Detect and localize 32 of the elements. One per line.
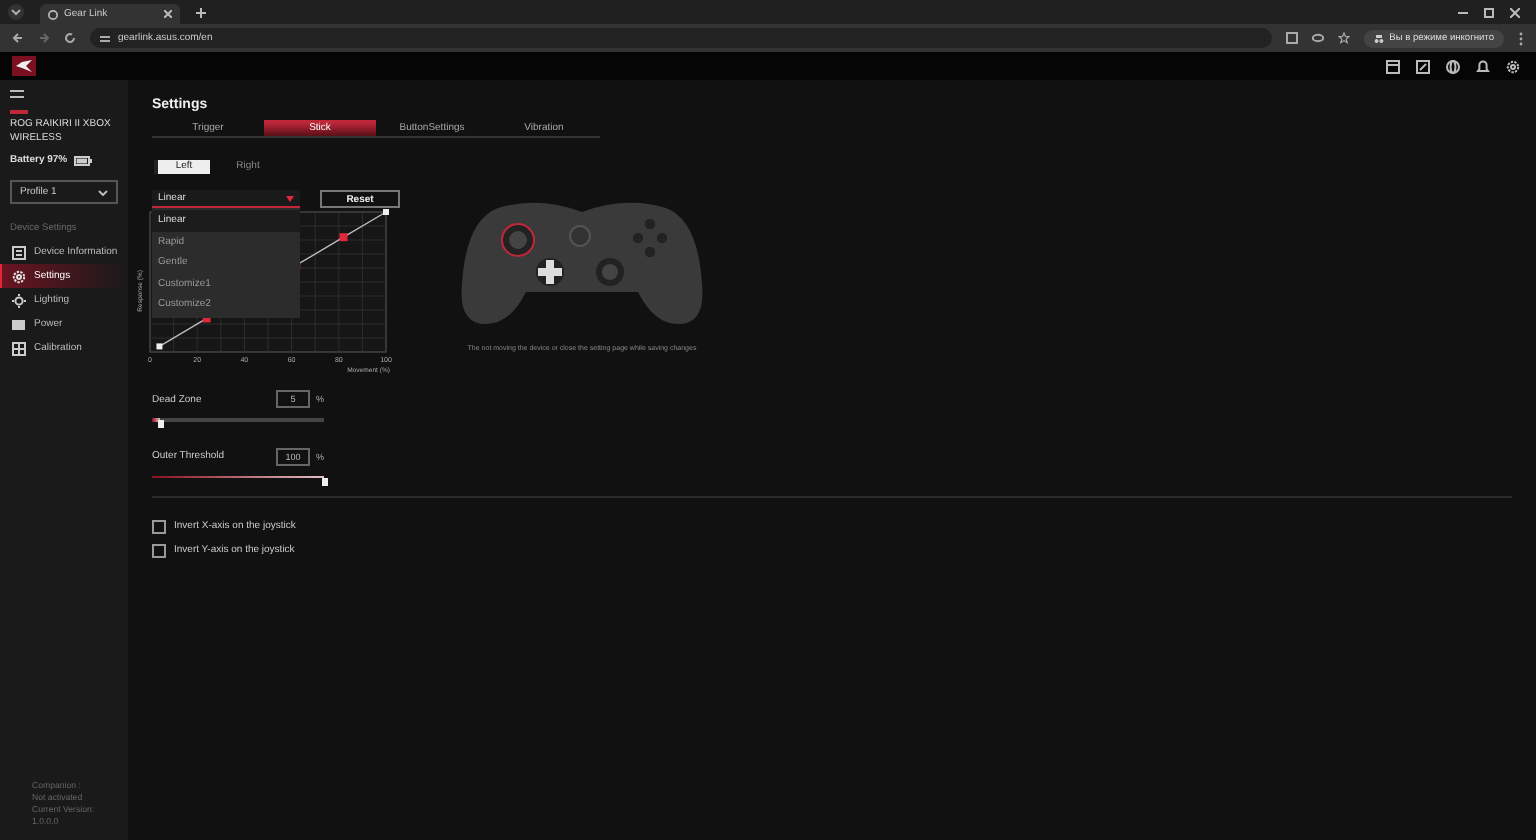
settings-icon[interactable] <box>1506 59 1520 73</box>
info-card-icon <box>12 245 26 259</box>
menu-icon[interactable] <box>10 90 24 98</box>
window-icon[interactable] <box>1386 59 1400 73</box>
bell-icon[interactable] <box>1476 59 1490 73</box>
battery-icon <box>12 319 26 329</box>
curve-endpoint[interactable] <box>156 343 163 350</box>
minimize-icon[interactable] <box>1458 7 1468 17</box>
back-icon[interactable] <box>12 32 24 44</box>
chevron-icon <box>98 189 108 195</box>
caret-icon <box>286 195 294 201</box>
restore-icon[interactable] <box>1484 7 1494 17</box>
light-icon <box>12 293 26 307</box>
eye-icon[interactable] <box>1311 32 1324 44</box>
reload-icon[interactable] <box>64 32 76 44</box>
slider-thumb[interactable] <box>157 420 164 428</box>
logo-icon <box>12 56 36 76</box>
more-icon[interactable] <box>1518 31 1524 45</box>
plus-icon[interactable] <box>196 7 206 17</box>
tab-list-icon[interactable] <box>8 4 24 20</box>
site-info-icon <box>100 33 110 43</box>
close-icon[interactable] <box>1510 7 1520 17</box>
close-icon[interactable] <box>164 10 172 18</box>
battery-icon <box>73 155 92 165</box>
checkbox[interactable] <box>152 543 166 557</box>
star-icon[interactable] <box>1337 32 1350 44</box>
edit-icon[interactable] <box>1416 59 1430 73</box>
slider-thumb[interactable] <box>321 477 327 485</box>
calibration-icon <box>12 341 26 355</box>
incognito-icon <box>1373 33 1384 43</box>
settings-icon <box>12 269 26 283</box>
checkbox[interactable] <box>152 519 166 533</box>
